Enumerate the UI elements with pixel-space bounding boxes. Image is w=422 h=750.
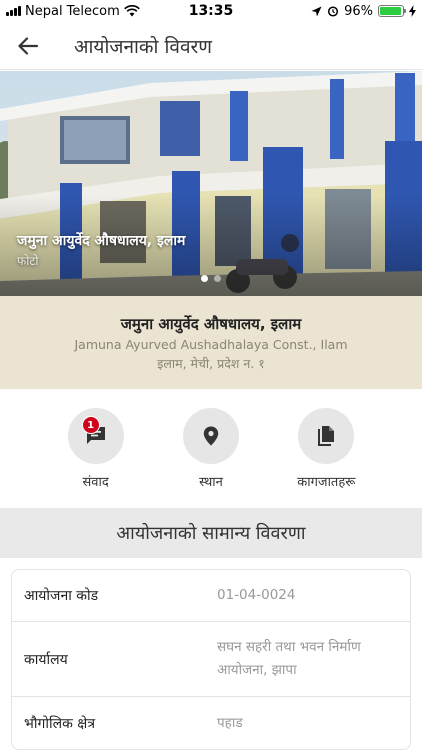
page-title: आयोजनाको विवरण <box>74 35 213 58</box>
project-details-table: आयोजना कोड 01-04-0024 कार्यालय सघन सहरी … <box>11 569 411 750</box>
battery-percent: 96% <box>344 3 373 19</box>
conversation-label: संवाद <box>82 475 109 490</box>
photo-caption-title: जमुना आयुर्वेद औषधालय, इलाम <box>17 233 186 249</box>
conversation-button-circle[interactable]: 1 <box>67 408 124 464</box>
action-buttons: 1 संवाद स्थान कागजातहरू <box>0 408 422 490</box>
documents-icon <box>318 426 335 446</box>
project-name-nepali: जमुना आयुर्वेद औषधालय, इलाम <box>120 314 302 333</box>
location-button-circle[interactable] <box>182 408 239 464</box>
documents-button-circle[interactable] <box>298 408 355 464</box>
photo-caption: जमुना आयुर्वेद औषधालय, इलाम फोटो <box>17 231 185 269</box>
photo-caption-subtitle: फोटो <box>17 254 39 268</box>
documents-label: कागजातहरू <box>297 475 356 490</box>
app-header: आयोजनाको विवरण <box>0 22 422 70</box>
arrow-left-icon <box>18 36 39 55</box>
detail-row-office: कार्यालय सघन सहरी तथा भवन निर्माण आयोजना… <box>12 622 410 697</box>
section-heading: आयोजनाको सामान्य विवरणा <box>0 508 422 558</box>
detail-key: कार्यालय <box>24 651 68 668</box>
detail-key: भौगोलिक क्षेत्र <box>24 715 96 732</box>
alarm-icon <box>328 6 339 17</box>
signal-strength-icon <box>6 6 21 16</box>
carousel-dot[interactable] <box>214 275 221 282</box>
location-button[interactable]: स्थान <box>166 408 256 490</box>
battery-icon <box>378 5 406 17</box>
detail-value: सघन सहरी तथा भवन निर्माण आयोजना, झापा <box>217 639 361 678</box>
detail-row-geographic-region: भौगोलिक क्षेत्र पहाड <box>12 697 410 749</box>
detail-value: 01-04-0024 <box>217 587 296 604</box>
detail-value: पहाड <box>217 714 243 731</box>
carousel-indicator <box>0 275 422 282</box>
carrier-name: Nepal Telecom <box>25 3 120 19</box>
wifi-icon <box>123 5 140 17</box>
project-address: इलाम, मेची, प्रदेश न. १ <box>157 355 265 371</box>
detail-key: आयोजना कोड <box>24 588 99 604</box>
conversation-button[interactable]: 1 संवाद <box>51 408 141 490</box>
notification-badge: 1 <box>81 416 100 434</box>
location-pin-icon <box>203 426 219 446</box>
detail-row-project-code: आयोजना कोड 01-04-0024 <box>12 570 410 622</box>
carousel-dot[interactable] <box>201 275 208 282</box>
documents-button[interactable]: कागजातहरू <box>281 408 371 490</box>
photo-carousel[interactable]: जमुना आयुर्वेद औषधालय, इलाम फोटो <box>0 71 422 296</box>
status-bar: Nepal Telecom 13:35 96% <box>0 0 422 22</box>
project-info-panel: जमुना आयुर्वेद औषधालय, इलाम Jamuna Ayurv… <box>0 296 422 389</box>
back-button[interactable] <box>0 22 56 70</box>
location-label: स्थान <box>199 475 223 490</box>
charging-bolt-icon <box>409 5 416 17</box>
project-name-english: Jamuna Ayurved Aushadhalaya Const., Ilam <box>74 336 348 352</box>
status-time: 13:35 <box>188 3 234 19</box>
location-arrow-icon <box>311 6 322 16</box>
